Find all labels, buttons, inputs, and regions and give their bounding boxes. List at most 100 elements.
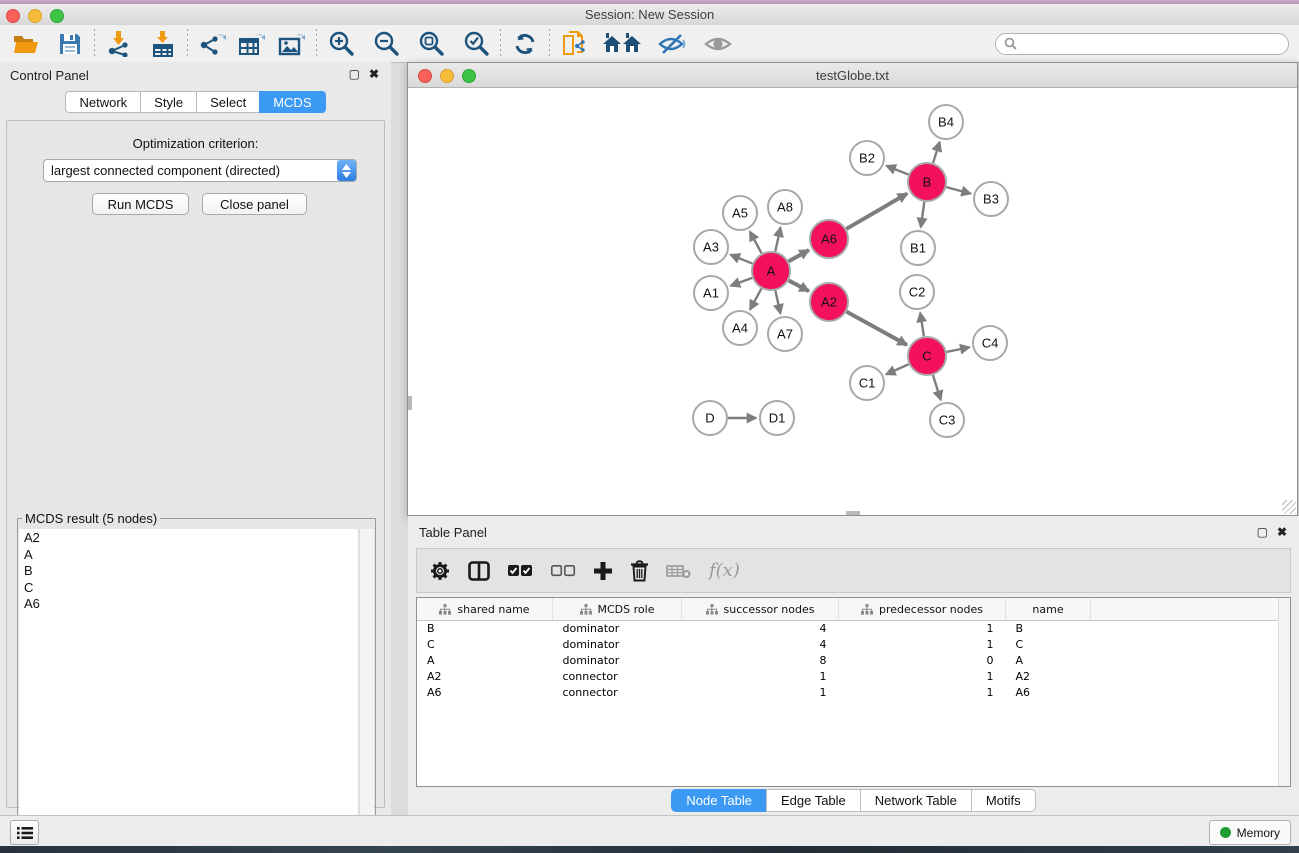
first-neighbors-icon[interactable] <box>600 29 644 59</box>
export-table-icon[interactable] <box>236 29 268 59</box>
edge-A-A7[interactable] <box>775 291 780 314</box>
tab-edge-table[interactable]: Edge Table <box>766 789 860 812</box>
column-panel-icon[interactable] <box>468 556 490 586</box>
column-header-MCDS-role[interactable]: MCDS role <box>553 598 682 621</box>
tab-style[interactable]: Style <box>140 91 196 113</box>
node-C2[interactable]: C2 <box>900 275 934 309</box>
duplicate-network-icon[interactable] <box>558 29 590 59</box>
run-mcds-button[interactable]: Run MCDS <box>92 193 189 215</box>
mcds-result-list[interactable]: A2ABCA6 <box>19 529 359 851</box>
node-A5[interactable]: A5 <box>723 196 757 230</box>
table-cell[interactable]: dominator <box>553 653 682 669</box>
node-C4[interactable]: C4 <box>973 326 1007 360</box>
network-window-titlebar[interactable]: testGlobe.txt <box>408 63 1297 88</box>
edge-C-C4[interactable] <box>947 347 970 352</box>
table-cell[interactable]: 8 <box>682 653 839 669</box>
optimization-criterion-select[interactable]: largest connected component (directed) <box>43 159 357 182</box>
zoom-fit-icon[interactable] <box>415 29 447 59</box>
table-row[interactable]: Bdominator41B <box>417 621 1290 637</box>
open-file-icon[interactable] <box>10 29 42 59</box>
node-C1[interactable]: C1 <box>850 366 884 400</box>
close-panel-icon[interactable]: ✖ <box>369 67 379 81</box>
column-header-name[interactable]: name <box>1006 598 1091 621</box>
close-panel-button[interactable]: Close panel <box>202 193 307 215</box>
tab-network[interactable]: Network <box>65 91 140 113</box>
edge-B-B3[interactable] <box>946 187 970 193</box>
table-cell[interactable]: A <box>1006 653 1091 669</box>
tab-mcds[interactable]: MCDS <box>259 91 325 113</box>
node-A3[interactable]: A3 <box>694 230 728 264</box>
tab-select[interactable]: Select <box>196 91 259 113</box>
table-cell[interactable]: 1 <box>839 637 1006 653</box>
edge-C-C3[interactable] <box>933 375 941 400</box>
table-cell[interactable]: B <box>417 621 553 637</box>
edge-C-C2[interactable] <box>920 313 924 336</box>
result-list-scrollbar[interactable] <box>359 529 374 851</box>
node-B2[interactable]: B2 <box>850 141 884 175</box>
table-cell[interactable]: connector <box>553 684 682 700</box>
column-header-shared-name[interactable]: shared name <box>417 598 553 621</box>
import-network-icon[interactable] <box>103 29 135 59</box>
tab-network-table[interactable]: Network Table <box>860 789 971 812</box>
table-cell[interactable]: 1 <box>682 668 839 684</box>
table-cell[interactable]: 1 <box>682 684 839 700</box>
search-input[interactable] <box>1022 36 1288 52</box>
node-A4[interactable]: A4 <box>723 311 757 345</box>
deselect-all-icon[interactable] <box>550 556 576 586</box>
node-D[interactable]: D <box>693 401 727 435</box>
import-table-icon[interactable] <box>147 29 179 59</box>
table-cell[interactable]: 4 <box>682 637 839 653</box>
node-A7[interactable]: A7 <box>768 317 802 351</box>
edge-A-A1[interactable] <box>731 278 753 286</box>
node-B[interactable]: B <box>908 163 946 201</box>
select-all-icon[interactable] <box>507 556 533 586</box>
close-table-panel-icon[interactable]: ✖ <box>1277 525 1287 539</box>
edge-A-A4[interactable] <box>750 289 761 310</box>
resize-grip-icon[interactable] <box>1282 500 1296 514</box>
task-history-button[interactable] <box>10 820 39 845</box>
table-cell[interactable]: C <box>1006 637 1091 653</box>
node-D1[interactable]: D1 <box>760 401 794 435</box>
zoom-selected-icon[interactable] <box>460 29 492 59</box>
table-cell[interactable]: A <box>417 653 553 669</box>
mcds-result-item[interactable]: B <box>19 564 358 581</box>
export-network-icon[interactable] <box>196 29 228 59</box>
node-C3[interactable]: C3 <box>930 403 964 437</box>
edge-A-A2[interactable] <box>789 280 809 291</box>
edge-A2-C[interactable] <box>847 312 907 345</box>
edge-B-B1[interactable] <box>921 202 924 227</box>
table-cell[interactable]: 1 <box>839 621 1006 637</box>
export-image-icon[interactable] <box>276 29 308 59</box>
canvas-vscroll-handle[interactable] <box>408 396 412 410</box>
network-canvas[interactable]: B4B2BB3A5A8A6A3B1AA1C2A2A4A7C4CC1C3DD1 <box>408 88 1297 515</box>
tab-motifs[interactable]: Motifs <box>971 789 1036 812</box>
edge-B-B4[interactable] <box>933 142 940 163</box>
node-B3[interactable]: B3 <box>974 182 1008 216</box>
tab-node-table[interactable]: Node Table <box>671 789 766 812</box>
node-A8[interactable]: A8 <box>768 190 802 224</box>
table-cell[interactable]: A2 <box>1006 668 1091 684</box>
node-B1[interactable]: B1 <box>901 231 935 265</box>
mcds-result-item[interactable]: A <box>19 548 358 565</box>
table-cell[interactable]: connector <box>553 668 682 684</box>
edge-A-A8[interactable] <box>775 228 780 252</box>
table-cell[interactable]: A2 <box>417 668 553 684</box>
mcds-result-item[interactable]: A2 <box>19 531 358 548</box>
edge-B-B2[interactable] <box>886 166 908 175</box>
show-details-icon[interactable] <box>702 29 734 59</box>
table-cell[interactable]: A6 <box>417 684 553 700</box>
add-column-icon[interactable] <box>593 556 613 586</box>
column-header-predecessor-nodes[interactable]: predecessor nodes <box>839 598 1006 621</box>
table-cell[interactable]: A6 <box>1006 684 1091 700</box>
node-B4[interactable]: B4 <box>929 105 963 139</box>
hide-details-icon[interactable] <box>656 29 688 59</box>
delete-icon[interactable] <box>630 556 649 586</box>
canvas-hscroll-handle[interactable] <box>846 511 860 515</box>
edge-C-C1[interactable] <box>886 364 909 374</box>
edge-A-A5[interactable] <box>750 232 762 254</box>
table-cell[interactable]: 1 <box>839 668 1006 684</box>
table-cell[interactable]: 1 <box>839 684 1006 700</box>
node-C[interactable]: C <box>908 337 946 375</box>
mcds-result-item[interactable]: A6 <box>19 597 358 614</box>
node-A[interactable]: A <box>752 252 790 290</box>
